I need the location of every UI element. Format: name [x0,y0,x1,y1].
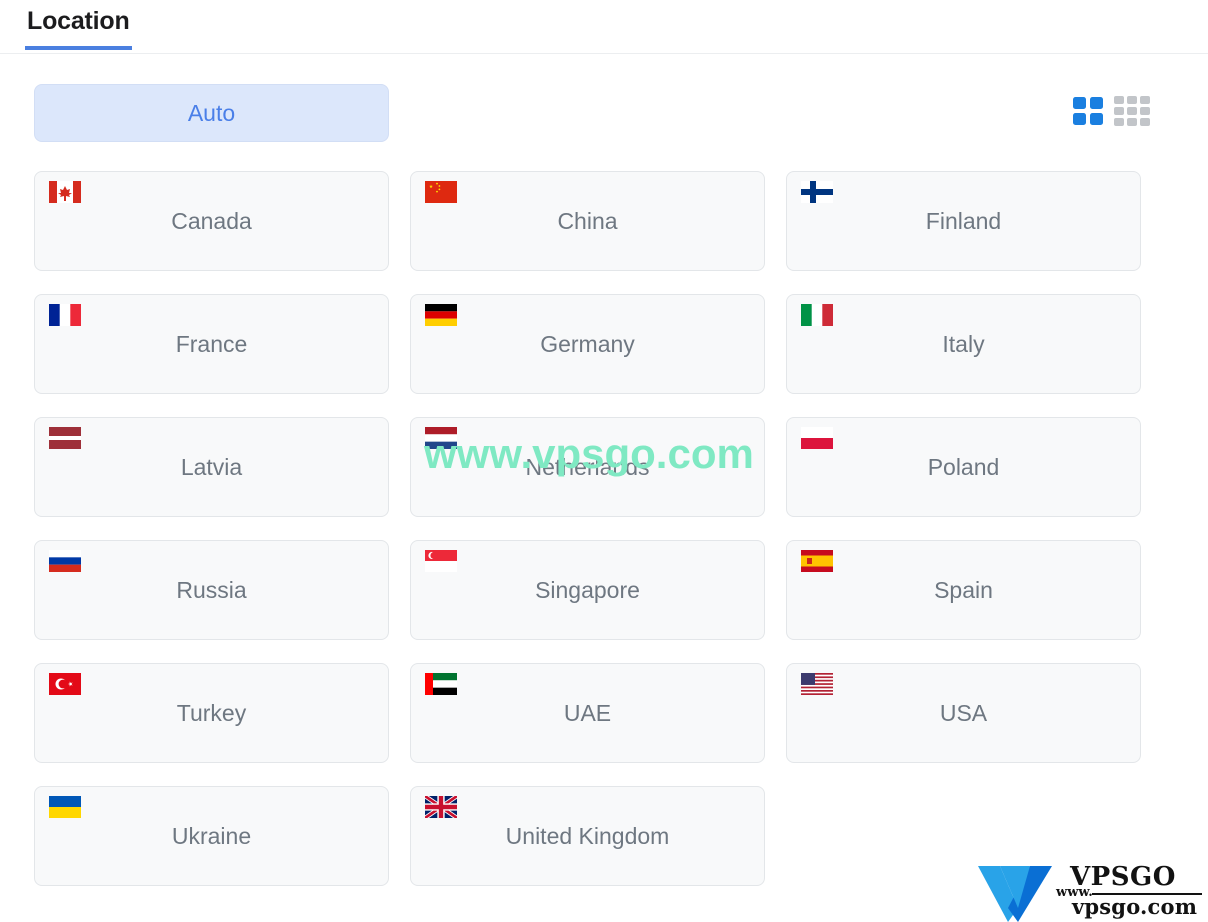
grid-cell [1114,118,1124,126]
flag-canada-icon [49,181,83,210]
country-name-label: Finland [925,208,1002,234]
country-card-fi[interactable]: Finland [786,171,1141,271]
country-name-label: France [175,331,248,357]
country-name-label: USA [939,700,988,726]
flag-singapore-icon [425,550,459,579]
flag-finland-icon [801,181,835,210]
flag-france-icon [49,304,83,333]
grid-2x2-icon[interactable] [1073,97,1103,125]
grid-3x3-icon[interactable] [1114,96,1150,126]
country-name-label: Italy [942,331,985,357]
view-toggle [1073,96,1150,126]
page-title: Location [27,7,130,35]
flag-turkey-icon [49,673,83,702]
country-card-tr[interactable]: Turkey [34,663,389,763]
country-card-it[interactable]: Italy [786,294,1141,394]
grid-cell [1127,107,1137,115]
country-name-label: United Kingdom [505,823,670,849]
grid-cell [1114,96,1124,104]
flag-poland-icon [801,427,835,456]
grid-cell [1073,113,1086,125]
auto-location-button[interactable]: Auto [34,84,389,142]
flag-united-kingdom-icon [425,796,459,825]
grid-cell [1127,118,1137,126]
country-card-ca[interactable]: Canada [34,171,389,271]
country-card-es[interactable]: Spain [786,540,1141,640]
flag-netherlands-icon [425,427,459,456]
flag-italy-icon [801,304,835,333]
country-name-label: Singapore [535,577,640,603]
grid-cell [1140,118,1150,126]
grid-cell [1140,96,1150,104]
country-name-label: Germany [540,331,635,357]
tab-bar: Location [0,0,1208,54]
country-name-label: Latvia [180,454,243,480]
country-card-ua[interactable]: Ukraine [34,786,389,886]
country-name-label: Netherlands [525,454,650,480]
country-card-de[interactable]: Germany [410,294,765,394]
grid-cell [1114,107,1124,115]
flag-china-icon [425,181,459,210]
country-card-fr[interactable]: France [34,294,389,394]
brand-divider [1092,893,1202,895]
flag-russia-icon [49,550,83,579]
country-name-label: China [557,208,618,234]
grid-cell [1073,97,1086,109]
country-card-us[interactable]: USA [786,663,1141,763]
country-card-lv[interactable]: Latvia [34,417,389,517]
country-card-nl[interactable]: Netherlands [410,417,765,517]
grid-cell [1090,97,1103,109]
country-card-ru[interactable]: Russia [34,540,389,640]
country-card-gb[interactable]: United Kingdom [410,786,765,886]
country-name-label: Canada [171,208,252,234]
country-grid: Canada China Finland France Germany Italy Latv… [34,171,1146,886]
controls-row: Auto [0,54,1208,159]
flag-uae-icon [425,673,459,702]
country-card-pl[interactable]: Poland [786,417,1141,517]
flag-germany-icon [425,304,459,333]
flag-usa-icon [801,673,835,702]
country-card-ae[interactable]: UAE [410,663,765,763]
grid-cell [1090,113,1103,125]
country-name-label: Spain [934,577,993,603]
grid-cell [1127,96,1137,104]
country-card-sg[interactable]: Singapore [410,540,765,640]
flag-spain-icon [801,550,835,579]
location-panel: Location Auto Canada China Finland Franc… [0,0,1208,922]
auto-location-label: Auto [187,100,236,126]
grid-cell [1140,107,1150,115]
brand-domain: vpsgo.com [1072,894,1198,919]
tab-location[interactable]: Location [25,6,132,50]
flag-ukraine-icon [49,796,83,825]
country-name-label: Turkey [176,700,247,726]
country-card-cn[interactable]: China [410,171,765,271]
country-name-label: Poland [927,454,1000,480]
country-name-label: Ukraine [171,823,252,849]
country-name-label: Russia [176,577,247,603]
flag-latvia-icon [49,427,83,456]
brand-www-prefix: www. [1056,885,1093,900]
country-name-label: UAE [563,700,612,726]
